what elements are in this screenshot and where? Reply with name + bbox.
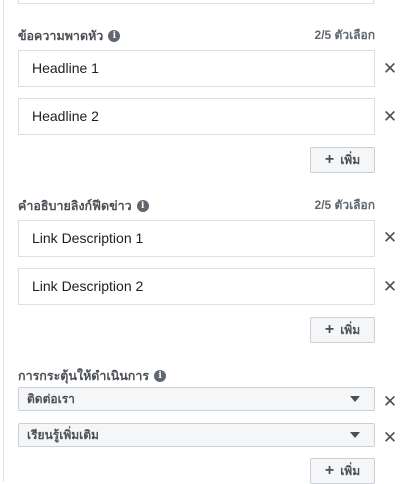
add-link-description-label: เพิ่ม: [340, 322, 361, 337]
headline-section-title: ข้อความพาดหัว i: [18, 26, 121, 46]
ad-creative-options-panel: ข้อความพาดหัว i 2/5 ตัวเลือก Headline 1 …: [0, 0, 408, 484]
info-icon[interactable]: i: [136, 200, 149, 212]
link-description-field-2[interactable]: Link Description 2: [18, 268, 375, 305]
headline-section-header: ข้อความพาดหัว i 2/5 ตัวเลือก: [18, 26, 375, 44]
close-icon[interactable]: ✕: [382, 429, 398, 446]
link-description-count: 2/5 ตัวเลือก: [314, 198, 375, 212]
close-icon[interactable]: ✕: [382, 229, 398, 246]
close-icon[interactable]: ✕: [382, 278, 398, 295]
close-icon[interactable]: ✕: [382, 60, 398, 77]
previous-field-edge: [18, 0, 374, 4]
call-to-action-select-1[interactable]: ติดต่อเรา: [18, 387, 375, 411]
add-link-description-button[interactable]: + เพิ่ม: [310, 317, 375, 343]
link-description-label: คำอธิบายลิงก์ฟีดข่าว: [18, 199, 132, 213]
panel-border: [3, 0, 4, 482]
call-to-action-section-title: การกระตุ้นให้ดำเนินการ i: [18, 366, 167, 386]
call-to-action-value-1: ติดต่อเรา: [27, 392, 75, 406]
link-description-section-title: คำอธิบายลิงก์ฟีดข่าว i: [18, 196, 149, 216]
add-call-to-action-label: เพิ่ม: [340, 463, 361, 478]
add-headline-label: เพิ่ม: [340, 152, 361, 167]
call-to-action-value-2: เรียนรู้เพิ่มเติม: [27, 428, 99, 442]
link-description-section-header: คำอธิบายลิงก์ฟีดข่าว i 2/5 ตัวเลือก: [18, 196, 375, 214]
plus-icon: +: [324, 462, 335, 479]
call-to-action-select-2[interactable]: เรียนรู้เพิ่มเติม: [18, 423, 375, 447]
headline-field-1[interactable]: Headline 1: [18, 50, 375, 87]
add-headline-button[interactable]: + เพิ่ม: [310, 147, 375, 173]
plus-icon: +: [324, 321, 335, 338]
plus-icon: +: [324, 151, 335, 168]
link-description-field-1[interactable]: Link Description 1: [18, 220, 375, 257]
close-icon[interactable]: ✕: [382, 108, 398, 125]
headline-label: ข้อความพาดหัว: [18, 29, 104, 43]
chevron-down-icon: [350, 432, 360, 438]
headline-field-2[interactable]: Headline 2: [18, 98, 375, 135]
info-icon[interactable]: i: [154, 370, 167, 382]
headline-count: 2/5 ตัวเลือก: [314, 28, 375, 42]
chevron-down-icon: [350, 396, 360, 402]
close-icon[interactable]: ✕: [382, 393, 398, 410]
info-icon[interactable]: i: [108, 30, 121, 42]
add-call-to-action-button[interactable]: + เพิ่ม: [310, 458, 375, 484]
call-to-action-section-header: การกระตุ้นให้ดำเนินการ i: [18, 366, 375, 384]
call-to-action-label: การกระตุ้นให้ดำเนินการ: [18, 369, 150, 383]
